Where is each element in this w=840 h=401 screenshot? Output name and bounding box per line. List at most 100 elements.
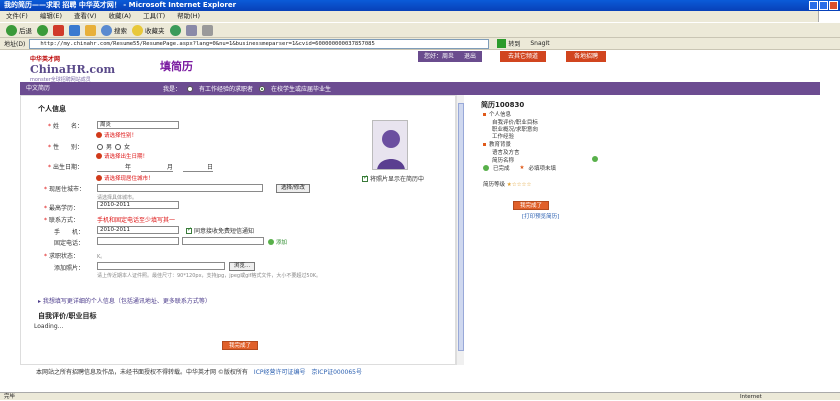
menu-favorites[interactable]: 收藏(A) [109,11,132,22]
day-select[interactable]: 日 [183,162,213,172]
contact-label: * 联系方式： [44,217,80,224]
month-select[interactable]: 月 [141,162,173,172]
home-icon[interactable] [85,24,96,36]
form-scrollbar[interactable] [456,95,464,365]
snagit-button[interactable]: SnagIt [530,40,549,47]
avatar-placeholder [372,120,408,170]
sms-option[interactable]: 同意接收免费短信通知 [186,226,254,235]
save-button[interactable]: 我完成了 [222,341,259,350]
error-icon [96,153,102,159]
city-input[interactable] [97,184,263,192]
more-info-link[interactable]: ▸ 我想填写更详细的个人信息（包括通讯地址、更多联系方式等） [38,296,211,305]
tab-strip [20,82,820,95]
radio-student[interactable] [259,85,266,92]
city-hint: 请选择具体城市。 [97,195,138,201]
star-icon [132,24,143,36]
photo-show-checkbox[interactable] [362,174,368,182]
opt-experienced-label: 有工作经验的求职者 [199,86,254,93]
name-label: * 姓 名： [48,123,84,130]
page-footer: 本网站之所有招聘信息及作品，未经书面授权不得转载。中华英才网 ©版权所有 ICP… [36,367,362,376]
add-phone-link[interactable]: 添加 [268,238,287,246]
gender-label: * 性 别： [48,144,84,151]
window-title: 我的简历——求职 招聘 中华英才网！ - Microsoft Internet … [4,1,237,9]
browse-button[interactable]: 浏览... [229,262,256,271]
phone-input[interactable] [97,237,179,245]
maximize-button[interactable] [819,1,828,10]
menu-help[interactable]: 帮助(H) [177,11,200,22]
city-error: 请选择现居住城市！ [96,174,154,182]
print-icon[interactable] [201,24,213,36]
refresh-icon[interactable] [69,24,80,36]
resume-panel-title: 简历100830 [481,101,525,109]
print-preview-link[interactable]: [打印预览简历] [522,212,559,220]
finish-button[interactable]: 我完成了 [513,201,550,210]
logo-cn-text: 中华英才网 [30,56,61,63]
back-button[interactable]: 后退 [6,24,32,36]
city-select-button[interactable]: 选择/修改 [276,184,310,193]
progress-item[interactable]: 个人信息 [483,110,511,118]
logo-en-text: ChinaHR.com [30,63,116,76]
go-arrow-icon [497,39,507,48]
education-label: * 最高学历： [44,205,80,212]
menu-tools[interactable]: 工具(T) [143,11,165,22]
windows-logo-icon [818,11,840,22]
add-icon [268,239,274,245]
history-icon[interactable] [169,24,181,36]
job-status-hint: K。 [97,254,106,260]
close-button[interactable] [829,1,838,10]
search-button[interactable]: 搜索 [101,24,127,36]
menu-view[interactable]: 查看(V) [74,11,97,22]
radio-male[interactable] [97,143,103,150]
mail-icon[interactable] [185,24,197,36]
favorites-button[interactable]: 收藏夹 [132,24,165,36]
grade-row: 简历等级 ★☆☆☆☆ [483,182,532,188]
birth-label: * 出生日期： [48,164,84,171]
menu-file[interactable]: 文件(F) [6,11,28,22]
favorites-label: 收藏夹 [145,27,165,35]
back-label: 后退 [19,27,32,35]
sms-checkbox[interactable] [186,226,192,234]
city-label: * 现居住城市： [44,186,86,193]
logout-link[interactable]: 退出 [464,51,476,62]
other-channels-button[interactable]: 去其它频道 [500,51,547,62]
progress-item[interactable]: 工作经验 [492,132,514,140]
go-button[interactable]: 转到 [497,39,520,48]
menu-edit[interactable]: 编辑(E) [40,11,62,22]
snagit-label: SnagIt [530,40,550,47]
minimize-button[interactable] [809,1,818,10]
year-select[interactable]: 年 [97,162,131,172]
progress-item[interactable]: 语言及方言 [492,148,520,156]
iam-label: 我是： [163,86,182,93]
progress-item[interactable]: 教育背景 [483,140,511,148]
icp-number-link[interactable]: 京ICP证000065号 [312,367,362,376]
radio-experienced[interactable] [187,85,194,92]
stop-icon[interactable] [53,24,64,36]
education-select[interactable]: 2010-2011 [97,201,179,209]
tab-chinese-resume[interactable]: 中文简历 [20,82,70,95]
progress-legend: 已完成 ★ 必填项未填 [483,164,556,172]
phone-ext-input[interactable] [182,237,264,245]
site-logo[interactable]: 中华英才网 ChinaHR.com monster全球招聘网站成员 [30,54,140,83]
forward-arrow-icon[interactable] [37,24,48,36]
gender-options: 男 女 [97,142,130,151]
birth-selects[interactable]: 年 月 日 [97,162,213,172]
progress-item[interactable]: 简历名称 [492,156,514,164]
status-bar: 完毕 Internet [0,392,840,400]
page-title: 填简历 [160,60,193,73]
photo-path-input[interactable] [97,262,225,270]
section-self-eval: 自我评价/职业目标 [38,312,97,320]
phone-label: 固定电话： [54,240,85,247]
status-text: 完毕 [4,394,16,400]
local-jobs-button[interactable]: 各地招聘 [566,51,607,62]
gender-error: 请选择性别！ [96,131,137,139]
mobile-input[interactable]: 2010-2011 [97,226,179,234]
error-icon [96,132,102,138]
icp-license-link[interactable]: ICP经营许可证编号 [254,367,306,376]
scrollbar-thumb[interactable] [458,103,464,351]
photo-show-option[interactable]: 将照片显示在简历中 [362,174,424,183]
radio-female[interactable] [115,143,122,150]
name-input[interactable]: 周炎 [97,121,179,129]
url-input[interactable]: http://my.chinahr.com/Resume55/ResumePag… [29,38,490,49]
user-greeting: 您好：周炎 [424,53,455,60]
photo-label: 添加照片： [54,265,85,272]
